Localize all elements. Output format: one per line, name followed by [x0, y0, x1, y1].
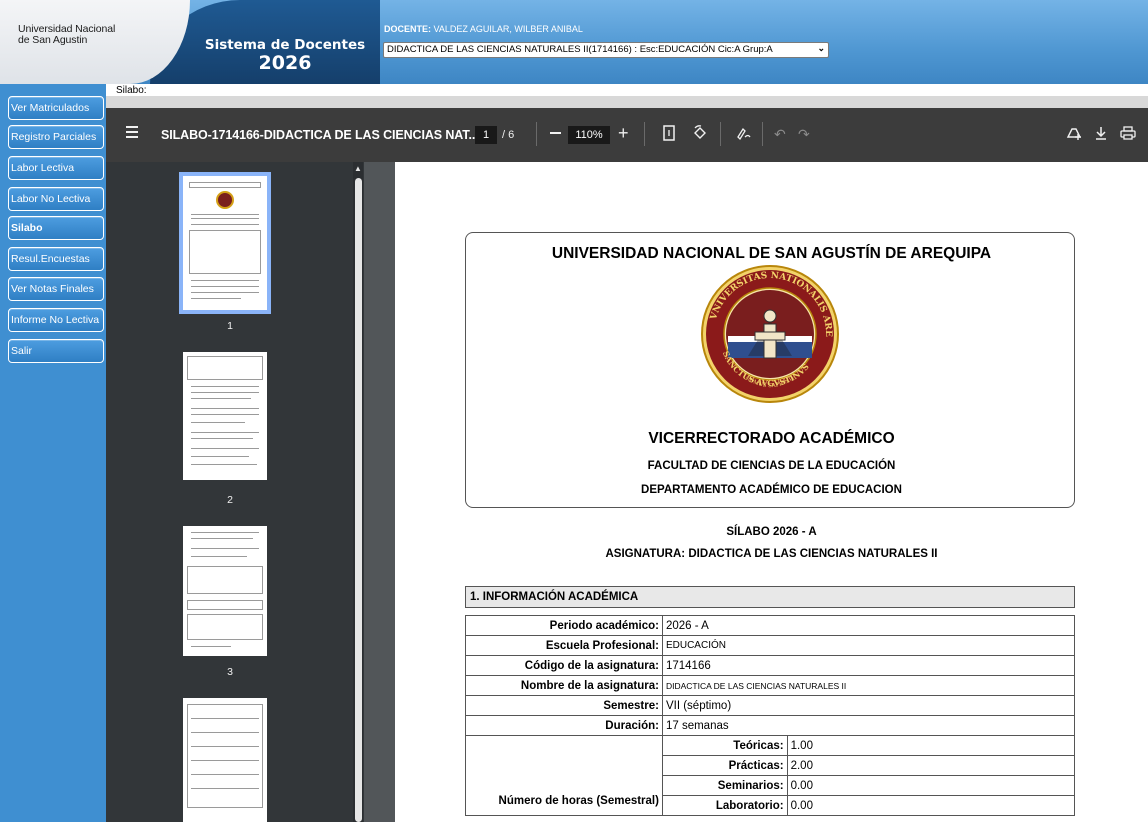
docente-name: VALDEZ AGUILAR, WILBER ANIBAL — [433, 24, 583, 34]
horas-sub-label: Teóricas: — [661, 735, 788, 756]
seal-icon — [216, 191, 234, 209]
horas-sub-value: 0.00 — [786, 795, 1076, 816]
table-row: Código de la asignatura: 1714166 — [465, 655, 1076, 676]
thumbnail-label: 3 — [227, 666, 233, 678]
menu-icon[interactable] — [126, 126, 140, 138]
annotate-icon[interactable] — [736, 125, 752, 145]
thumbnail-label: 1 — [227, 320, 233, 332]
sidebar-item-salir[interactable]: Salir — [8, 339, 104, 363]
horas-sub-label: Prácticas: — [661, 755, 788, 776]
sidebar-item-ver-notas-finales[interactable]: Ver Notas Finales — [8, 277, 104, 301]
sidebar-item-informe-no-lectiva[interactable]: Informe No Lectiva — [8, 308, 104, 332]
drive-add-icon[interactable] — [1066, 125, 1082, 145]
table-row: Nombre de la asignatura: DIDACTICA DE LA… — [465, 675, 1076, 696]
university-name-line2: de San Agustin — [18, 34, 88, 46]
chevron-down-icon: ⌄ — [817, 43, 825, 53]
pdf-viewer: SILABO-1714166-DIDACTICA DE LAS CIENCIAS… — [106, 108, 1148, 822]
row-label: Escuela Profesional: — [465, 635, 663, 656]
scrollbar-thumb[interactable] — [355, 178, 362, 822]
pdf-page: UNIVERSIDAD NACIONAL DE SAN AGUSTÍN DE A… — [395, 162, 1148, 822]
table-row: Duración: 17 semanas — [465, 715, 1076, 736]
docente-label: DOCENTE: — [384, 24, 431, 34]
horas-label: Número de horas (Semestral) — [465, 735, 663, 816]
sidebar-item-silabo[interactable]: Silabo — [8, 216, 104, 240]
table-row: Periodo académico: 2026 - A — [465, 615, 1076, 636]
course-select[interactable]: DIDACTICA DE LAS CIENCIAS NATURALES II(1… — [383, 42, 829, 58]
row-label: Duración: — [465, 715, 663, 736]
university-name: Universidad Nacional de San Agustin — [18, 24, 178, 46]
horas-sub-value: 2.00 — [786, 755, 1076, 776]
row-label: Semestre: — [465, 695, 663, 716]
document-university: UNIVERSIDAD NACIONAL DE SAN AGUSTÍN DE A… — [551, 245, 992, 262]
document-silabo-title: SÍLABO 2026 - A — [726, 526, 817, 538]
document-departamento: DEPARTAMENTO ACADÉMICO DE EDUCACION — [641, 484, 902, 496]
thumbnail-panel: 1 2 3 — [106, 162, 364, 822]
horas-sub-label: Laboratorio: — [661, 795, 788, 816]
row-label: Código de la asignatura: — [465, 655, 663, 676]
sidebar-item-resul-encuestas[interactable]: Resul.Encuestas — [8, 247, 104, 271]
thumbnail-label: 2 — [227, 494, 233, 506]
toolbar-divider — [720, 122, 721, 146]
docente-info: DOCENTE: VALDEZ AGUILAR, WILBER ANIBAL — [384, 24, 583, 34]
document-facultad: FACULTAD DE CIENCIAS DE LA EDUCACIÓN — [647, 460, 896, 472]
toolbar-divider — [762, 122, 763, 146]
system-year: 2026 — [258, 52, 312, 74]
row-value: 17 semanas — [661, 715, 1076, 736]
toolbar-divider — [644, 122, 645, 146]
system-title: Sistema de Docentes — [204, 37, 366, 53]
app-header: Universidad Nacional de San Agustin Sist… — [0, 0, 1148, 84]
section-heading: 1. INFORMACIÓN ACADÉMICA — [465, 586, 1075, 608]
content-divider — [106, 96, 1148, 108]
content-label: Silabo: — [116, 85, 147, 96]
redo-icon[interactable]: ↷ — [798, 125, 810, 143]
row-value: 2026 - A — [661, 615, 1076, 636]
sidebar-item-labor-lectiva[interactable]: Labor Lectiva — [8, 156, 104, 180]
zoom-out-icon[interactable] — [550, 132, 561, 134]
academic-info-table: Periodo académico: 2026 - A Escuela Prof… — [465, 615, 1076, 816]
horas-sub-value: 0.00 — [786, 775, 1076, 796]
university-seal-icon: VNIVERSITAS NATIONALIS AREQUIPENSIS SANC… — [700, 264, 839, 403]
row-label: Nombre de la asignatura: — [465, 675, 663, 696]
scroll-up-icon[interactable]: ▲ — [354, 164, 362, 173]
toolbar-divider — [536, 122, 537, 146]
pdf-title: SILABO-1714166-DIDACTICA DE LAS CIENCIAS… — [161, 128, 479, 142]
row-value: 1714166 — [661, 655, 1076, 676]
sidebar-item-ver-matriculados[interactable]: Ver Matriculados — [8, 96, 104, 120]
course-select-value: DIDACTICA DE LAS CIENCIAS NATURALES II(1… — [387, 44, 773, 55]
thumbnail-page-2[interactable] — [183, 352, 267, 480]
table-row: Número de horas (Semestral) Teóricas: 1.… — [465, 735, 1076, 816]
thumbnail-page-1[interactable] — [179, 172, 271, 314]
undo-icon[interactable]: ↶ — [774, 125, 786, 143]
row-value: EDUCACIÓN — [661, 635, 1076, 656]
fit-page-icon[interactable] — [662, 125, 676, 145]
row-value: VII (séptimo) — [661, 695, 1076, 716]
thumbnail-page-4[interactable] — [183, 698, 267, 822]
page-number-input[interactable]: 1 — [475, 126, 497, 144]
horas-sub-value: 1.00 — [786, 735, 1076, 756]
row-label: Periodo académico: — [465, 615, 663, 636]
download-icon[interactable] — [1094, 125, 1108, 145]
table-row: Semestre: VII (séptimo) — [465, 695, 1076, 716]
page-total: / 6 — [502, 129, 515, 141]
table-row: Escuela Profesional: EDUCACIÓN — [465, 635, 1076, 656]
document-asignatura-title: ASIGNATURA: DIDACTICA DE LAS CIENCIAS NA… — [605, 548, 938, 560]
horas-sub-label: Seminarios: — [661, 775, 788, 796]
rotate-icon[interactable] — [692, 125, 708, 145]
sidebar-item-registro-parciales[interactable]: Registro Parciales — [8, 125, 104, 149]
zoom-input[interactable]: 110% — [568, 126, 610, 144]
print-icon[interactable] — [1120, 125, 1136, 145]
thumbnail-page-3[interactable] — [183, 526, 267, 656]
sidebar-item-labor-no-lectiva[interactable]: Labor No Lectiva — [8, 187, 104, 211]
pdf-toolbar: SILABO-1714166-DIDACTICA DE LAS CIENCIAS… — [106, 108, 1148, 162]
document-vicerrectorado: VICERRECTORADO ACADÉMICO — [648, 430, 895, 447]
zoom-in-icon[interactable]: + — [618, 124, 629, 142]
row-value: DIDACTICA DE LAS CIENCIAS NATURALES II — [661, 675, 1076, 696]
